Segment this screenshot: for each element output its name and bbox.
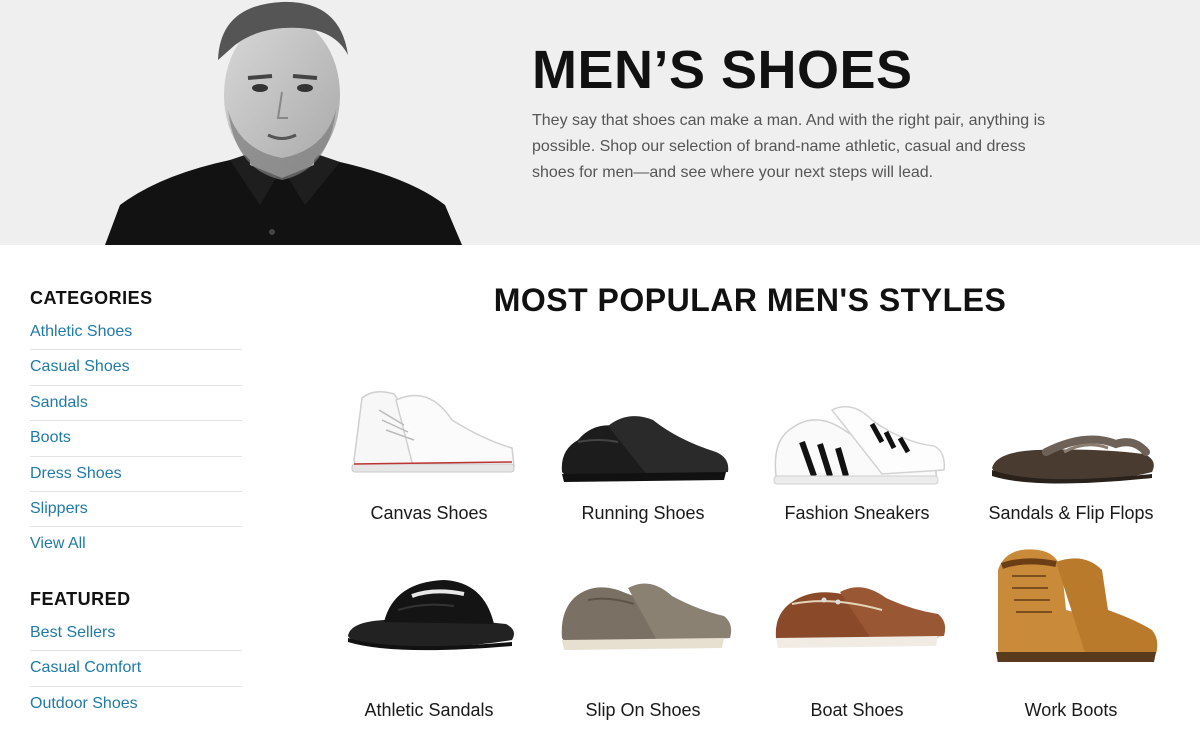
sidebar-item-casual-comfort[interactable]: Casual Comfort: [30, 651, 242, 687]
sidebar-item-slippers[interactable]: Slippers: [30, 492, 242, 528]
sidebar-item-casual-shoes[interactable]: Casual Shoes: [30, 350, 242, 386]
slip-on-shoe-image: [561, 583, 732, 650]
style-label: Fashion Sneakers: [784, 503, 930, 523]
categories-heading: CATEGORIES: [30, 288, 153, 308]
featured-list: Best Sellers Casual Comfort Outdoor Shoe…: [30, 616, 242, 722]
style-tile-athletic-sandals[interactable]: Athletic Sandals: [322, 552, 536, 737]
flip-flop-image: [992, 435, 1154, 484]
style-tile-boat-shoes[interactable]: Boat Shoes: [750, 552, 964, 737]
style-tile-slip-on-shoes[interactable]: Slip On Shoes: [536, 552, 750, 737]
sidebar-item-view-all[interactable]: View All: [30, 527, 242, 562]
styles-grid: Canvas Shoes Running Shoes Fashion Sneak…: [322, 380, 1178, 737]
style-label: Slip On Shoes: [585, 700, 701, 720]
style-label: Running Shoes: [581, 503, 705, 523]
work-boot-image: [996, 549, 1158, 662]
running-shoe-image: [561, 416, 729, 482]
style-label: Canvas Shoes: [370, 503, 488, 523]
featured-heading: FEATURED: [30, 588, 131, 609]
categories-list: Athletic Shoes Casual Shoes Sandals Boot…: [30, 315, 242, 563]
boat-shoe-image: [775, 587, 946, 648]
style-tile-sandals-flip-flops[interactable]: Sandals & Flip Flops: [964, 380, 1178, 552]
fashion-sneaker-image: [773, 405, 946, 485]
sidebar: CATEGORIES Athletic Shoes Casual Shoes S…: [30, 285, 242, 722]
style-tile-canvas-shoes[interactable]: Canvas Shoes: [322, 380, 536, 552]
style-label: Sandals & Flip Flops: [988, 503, 1154, 523]
athletic-sandal-image: [348, 580, 514, 651]
section-title: MOST POPULAR MEN'S STYLES: [493, 282, 1007, 318]
style-tile-fashion-sneakers[interactable]: Fashion Sneakers: [750, 380, 964, 552]
style-label: Athletic Sandals: [364, 700, 494, 720]
sidebar-item-outdoor-shoes[interactable]: Outdoor Shoes: [30, 687, 242, 722]
sidebar-item-athletic-shoes[interactable]: Athletic Shoes: [30, 315, 242, 351]
style-tile-work-boots[interactable]: Work Boots: [964, 549, 1178, 737]
sidebar-item-dress-shoes[interactable]: Dress Shoes: [30, 457, 242, 492]
page-description: They say that shoes can make a man. And …: [532, 112, 1046, 181]
style-label: Boat Shoes: [810, 700, 904, 720]
sidebar-item-sandals[interactable]: Sandals: [30, 386, 242, 422]
style-tile-running-shoes[interactable]: Running Shoes: [536, 380, 750, 552]
hero-banner: MEN’S SHOES They say that shoes can make…: [0, 0, 1200, 245]
sidebar-item-best-sellers[interactable]: Best Sellers: [30, 616, 242, 652]
model-photo: [105, 1, 462, 245]
page-title: MEN’S SHOES: [532, 40, 913, 100]
sidebar-item-boots[interactable]: Boots: [30, 421, 242, 457]
canvas-shoe-image: [351, 391, 515, 473]
style-label: Work Boots: [1024, 700, 1118, 720]
